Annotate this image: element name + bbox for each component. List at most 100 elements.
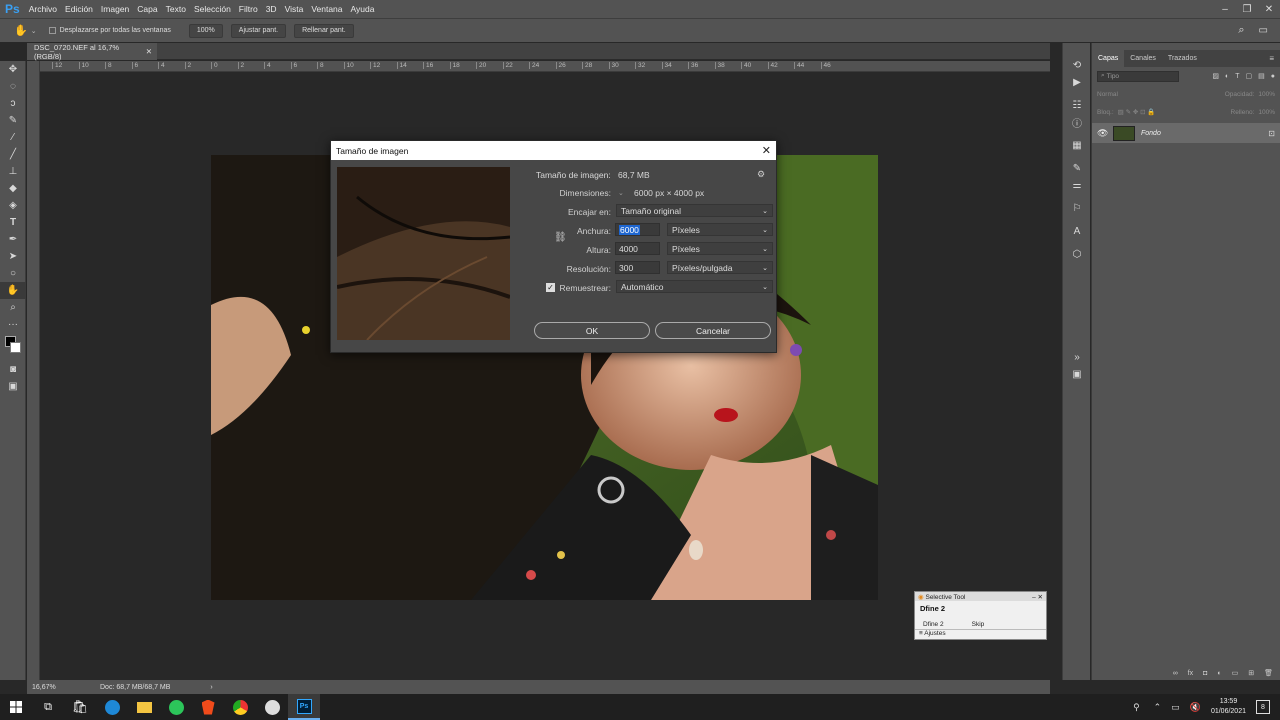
close-icon[interactable]: ✕ — [1038, 594, 1043, 601]
lasso-tool-icon[interactable]: ↄ — [0, 95, 26, 112]
opacity-value[interactable]: 100% — [1258, 91, 1275, 98]
width-field[interactable]: 6000 — [615, 223, 660, 236]
height-unit-select[interactable]: Píxeles ⌄ — [667, 242, 773, 255]
panel-menu-icon[interactable]: ≡ — [1269, 54, 1274, 63]
path-select-tool-icon[interactable]: ➤ — [0, 248, 26, 265]
menu-texto[interactable]: Texto — [166, 4, 186, 14]
properties-icon[interactable]: ☷ — [1063, 97, 1091, 114]
menu-imagen[interactable]: Imagen — [101, 4, 129, 14]
menu-vista[interactable]: Vista — [285, 4, 304, 14]
selective-tool-row-right[interactable]: Skip — [972, 621, 985, 628]
eraser-tool-icon[interactable]: ◆ — [0, 180, 26, 197]
fill-value[interactable]: 100% — [1258, 109, 1275, 116]
menu-ventana[interactable]: Ventana — [311, 4, 342, 14]
fill-screen-button[interactable]: Rellenar pant. — [294, 23, 354, 38]
chevron-up-icon[interactable]: ⌃ — [1154, 702, 1162, 713]
whatsapp-icon[interactable] — [160, 694, 192, 720]
notification-icon[interactable]: 8 — [1256, 700, 1270, 714]
brush-settings-icon[interactable]: ✎ — [1063, 160, 1091, 177]
quick-select-tool-icon[interactable]: ✎ — [0, 112, 26, 129]
restore-icon[interactable]: ❐ — [1236, 4, 1258, 15]
filter-type-icon[interactable]: T — [1235, 73, 1239, 80]
menu-archivo[interactable]: Archivo — [29, 4, 57, 14]
type-tool-icon[interactable]: T — [0, 214, 26, 231]
grid-icon[interactable]: ▦ — [1063, 137, 1091, 154]
edge-icon[interactable] — [96, 694, 128, 720]
blend-mode-select[interactable]: Normal — [1097, 91, 1177, 98]
filter-smart-icon[interactable]: ▤ — [1258, 72, 1265, 80]
width-unit-select[interactable]: Píxeles ⌄ — [667, 223, 773, 236]
move-tool-icon[interactable]: ✥ — [0, 61, 26, 78]
shape-tool-icon[interactable]: ○ — [0, 265, 26, 282]
photoshop-taskbar-icon[interactable]: Ps — [288, 694, 320, 720]
brush-tool-icon[interactable]: ╱ — [0, 146, 26, 163]
chevron-down-icon[interactable]: ⌄ — [31, 27, 37, 35]
new-group-icon[interactable]: ▭ — [1232, 669, 1239, 677]
ok-button[interactable]: OK — [534, 322, 650, 339]
screen-mode-icon[interactable]: ▣ — [0, 378, 26, 395]
fx-icon[interactable]: fx — [1188, 670, 1193, 677]
clock[interactable]: 13:59 01/06/2021 — [1211, 697, 1246, 717]
image-panel-icon[interactable]: ▣ — [1063, 366, 1091, 383]
minimize-icon[interactable]: – — [1214, 4, 1236, 15]
resolution-field[interactable]: 300 — [615, 261, 660, 274]
chrome-icon[interactable] — [224, 694, 256, 720]
zoom-level[interactable]: 16,67% — [32, 684, 100, 691]
network-icon[interactable]: ▭ — [1171, 702, 1180, 713]
info-icon[interactable]: ⓘ — [1063, 114, 1091, 131]
eyedropper-tool-icon[interactable]: ⁄ — [0, 129, 26, 146]
minimize-icon[interactable]: – — [1032, 594, 1036, 601]
workspace-icon[interactable]: ▭ — [1259, 25, 1268, 36]
styles-icon[interactable]: ⚐ — [1063, 200, 1091, 217]
lock-icons[interactable]: ▨ ✎ ✥ ⊡ 🔒 — [1118, 108, 1156, 116]
resolution-unit-select[interactable]: Píxeles/pulgada ⌄ — [667, 261, 773, 274]
file-explorer-icon[interactable] — [128, 694, 160, 720]
selective-tool-item[interactable]: Dfine 2 — [915, 601, 1046, 616]
scroll-all-checkbox[interactable] — [48, 27, 56, 34]
tab-trazados[interactable]: Trazados — [1162, 50, 1203, 67]
link-layers-icon[interactable]: ∞ — [1173, 670, 1178, 677]
trash-icon[interactable]: 🗑 — [1264, 669, 1273, 677]
new-layer-icon[interactable]: ⊞ — [1248, 669, 1254, 677]
play-action-icon[interactable]: ▶ — [1063, 74, 1091, 91]
selective-tool-footer[interactable]: ≡ Ajustes — [915, 629, 1046, 637]
resample-select[interactable]: Automático ⌄ — [616, 280, 773, 293]
fit-screen-button[interactable]: Ajustar pant. — [230, 23, 287, 38]
document-tab[interactable]: DSC_0720.NEF al 16,7% (RGB/8) ✕ — [27, 43, 157, 61]
panel-collapse-icon[interactable]: » — [1063, 349, 1091, 366]
stamp-tool-icon[interactable]: ⊥ — [0, 163, 26, 180]
volume-muted-icon[interactable]: 🔇 — [1190, 702, 1201, 713]
people-icon[interactable]: ⚲ — [1133, 702, 1140, 713]
filter-toggle-icon[interactable]: ● — [1271, 73, 1275, 80]
menu-filtro[interactable]: Filtro — [239, 4, 258, 14]
adjustments-icon[interactable]: ⚌ — [1063, 177, 1091, 194]
gradient-tool-icon[interactable]: ◈ — [0, 197, 26, 214]
layer-search-input[interactable]: ⌕ Tipo — [1097, 70, 1179, 82]
settings-gear-icon[interactable]: ⚙ — [757, 169, 765, 180]
zoom-100-button[interactable]: 100% — [188, 23, 223, 38]
character-icon[interactable]: A — [1063, 223, 1091, 240]
windows-start-icon[interactable] — [0, 694, 32, 720]
marquee-tool-icon[interactable]: ◌ — [0, 78, 26, 95]
more-tools-icon[interactable]: ··· — [0, 316, 26, 333]
fit-to-select[interactable]: Tamaño original ⌄ — [616, 204, 773, 217]
chevron-down-icon[interactable]: ⌄ — [618, 189, 624, 197]
filter-shape-icon[interactable]: ▢ — [1246, 72, 1253, 80]
close-tab-icon[interactable]: ✕ — [146, 47, 152, 56]
history-icon[interactable]: ⟲ — [1063, 57, 1091, 74]
store-icon[interactable]: 🛍 — [64, 694, 96, 720]
layer-row[interactable]: 👁 Fondo ⊡ — [1092, 123, 1280, 143]
filter-pixel-icon[interactable]: ▨ — [1212, 72, 1219, 80]
preview-image[interactable] — [337, 167, 510, 340]
color-swatches-icon[interactable] — [0, 333, 26, 361]
quick-mask-icon[interactable]: ◙ — [0, 361, 26, 378]
hand-tool-icon[interactable]: ✋ — [0, 282, 26, 299]
menu-seleccion[interactable]: Selección — [194, 4, 231, 14]
search-icon[interactable]: ⌕ — [1238, 24, 1244, 37]
eye-icon[interactable]: 👁 — [1097, 128, 1113, 139]
menu-3d[interactable]: 3D — [266, 4, 277, 14]
hand-tool-icon[interactable]: ✋ — [14, 24, 28, 37]
close-icon[interactable]: ✕ — [1258, 4, 1280, 15]
tab-canales[interactable]: Canales — [1124, 50, 1162, 67]
menu-capa[interactable]: Capa — [137, 4, 157, 14]
